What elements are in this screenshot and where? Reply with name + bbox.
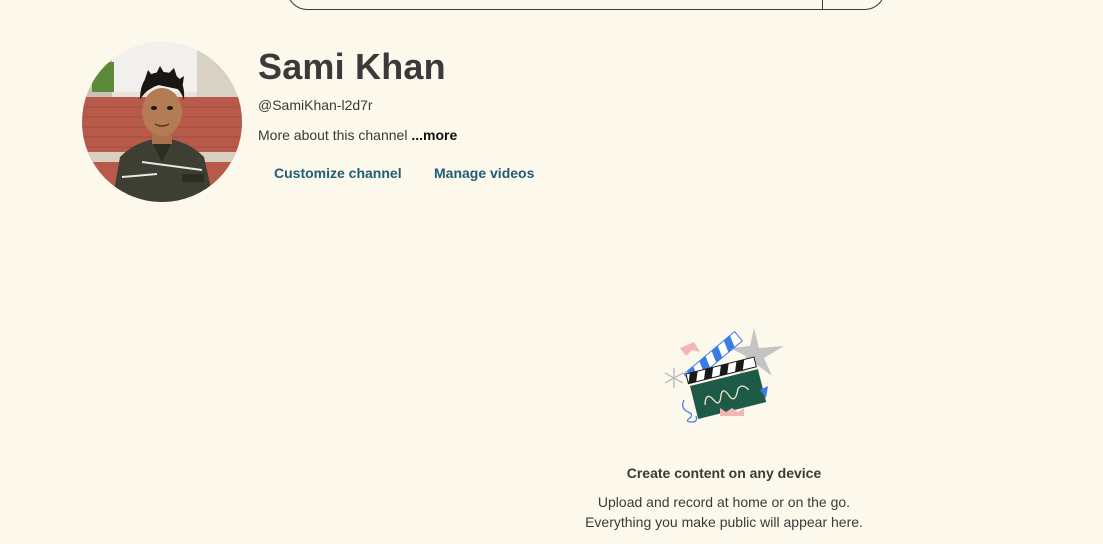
search-bar[interactable] <box>287 0 885 10</box>
empty-state-title: Create content on any device <box>626 465 822 481</box>
avatar-photo <box>82 42 242 202</box>
manage-videos-button[interactable]: Manage videos <box>434 162 534 184</box>
clapperboard-icon <box>660 322 788 424</box>
empty-state-line-2: Everything you make public will appear h… <box>585 514 863 530</box>
customize-channel-button[interactable]: Customize channel <box>274 162 402 184</box>
more-link[interactable]: ...more <box>411 127 457 143</box>
search-button[interactable] <box>822 0 884 9</box>
about-text: More about this channel <box>258 127 408 143</box>
channel-about[interactable]: More about this channel ...more <box>258 127 457 143</box>
empty-state-line-1: Upload and record at home or on the go. <box>597 494 851 510</box>
search-input[interactable] <box>288 0 823 9</box>
empty-state-description: Upload and record at home or on the go. … <box>524 492 924 532</box>
channel-name: Sami Khan <box>258 46 446 87</box>
channel-handle: @SamiKhan-l2d7r <box>258 97 373 113</box>
avatar[interactable] <box>82 42 242 202</box>
